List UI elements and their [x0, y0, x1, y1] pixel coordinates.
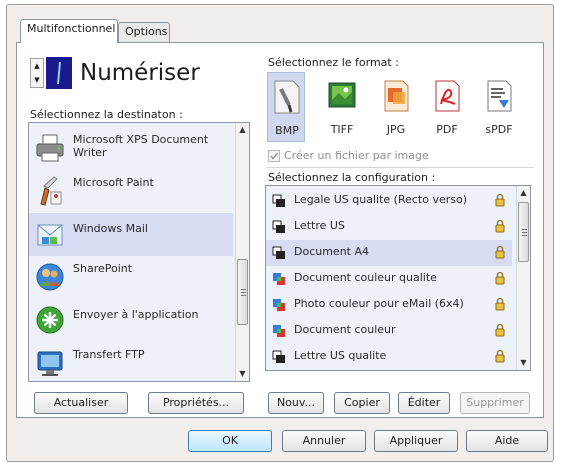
tiff-icon — [326, 78, 358, 114]
paint-icon — [35, 176, 65, 206]
destination-label-xps: Microsoft XPS Document Writer — [73, 133, 209, 159]
scanner-icon — [272, 220, 285, 233]
format-pdf[interactable]: PDF — [428, 72, 466, 142]
scan-button-label[interactable]: Numériser — [80, 57, 200, 89]
scanner-icon — [272, 246, 285, 259]
cancel-button[interactable]: Annuler — [282, 430, 366, 452]
destination-scroll-thumb[interactable] — [237, 259, 248, 325]
tab-options[interactable]: Options — [118, 22, 170, 42]
apply-button[interactable]: Appliquer — [374, 430, 458, 452]
jpg-icon — [380, 78, 412, 114]
configuration-list[interactable]: Legale US qualite (Recto verso) Lettre U… — [265, 185, 531, 371]
destination-label-windows-mail: Windows Mail — [73, 222, 148, 235]
tab-options-label: Options — [125, 25, 168, 38]
lock-icon — [495, 193, 505, 207]
ok-button[interactable]: OK — [188, 430, 272, 452]
config-label: Photo couleur pour eMail (6x4) — [294, 297, 464, 310]
scan-spinner[interactable]: ▲ ▼ — [30, 58, 44, 88]
destination-item-xps[interactable]: Microsoft XPS Document Writer — [29, 127, 233, 170]
format-label-pdf: PDF — [436, 123, 458, 136]
color-scanner-icon — [273, 299, 285, 311]
sharepoint-icon — [35, 262, 65, 292]
spdf-icon — [483, 78, 515, 114]
destination-item-windows-mail[interactable]: Windows Mail — [29, 213, 233, 256]
tab-multifunctional-label: Multifonctionnel — [27, 22, 116, 35]
format-spdf[interactable]: sPDF — [480, 72, 518, 142]
config-label: Document couleur — [294, 323, 396, 336]
format-tiff[interactable]: TIFF — [323, 72, 361, 142]
format-label-tiff: TIFF — [330, 123, 354, 136]
config-label: Legale US qualite (Recto verso) — [294, 193, 468, 206]
configuration-heading: Sélectionnez la configuration : — [268, 171, 436, 184]
tab-multifunctional[interactable]: Multifonctionnel — [20, 19, 118, 43]
windows-mail-icon — [35, 219, 65, 249]
format-bmp[interactable]: BMP — [267, 72, 305, 142]
configuration-scrollbar[interactable]: ▲ ▼ — [516, 186, 530, 370]
destination-label-ftp: Transfert FTP — [73, 348, 145, 361]
lock-icon — [495, 245, 505, 259]
config-label: Document A4 — [294, 245, 370, 258]
refresh-button[interactable]: Actualiser — [34, 392, 128, 414]
scroll-up-icon[interactable]: ▲ — [236, 123, 249, 137]
scroll-down-icon[interactable]: ▼ — [236, 367, 249, 381]
destination-item-paint[interactable]: Microsoft Paint — [29, 170, 233, 213]
configuration-scroll-thumb[interactable] — [518, 202, 529, 262]
config-item[interactable]: Document A4 — [266, 240, 512, 266]
format-heading: Sélectionnez le format : — [268, 56, 399, 69]
printer-icon — [35, 133, 65, 163]
destination-item-ftp[interactable]: Transfert FTP — [29, 342, 233, 381]
destination-label-sharepoint: SharePoint — [73, 262, 133, 275]
properties-button[interactable]: Propriétés... — [148, 392, 244, 414]
lock-icon — [495, 219, 505, 233]
separator — [266, 167, 534, 168]
config-item[interactable]: Legale US qualite (Recto verso) — [266, 188, 512, 214]
config-item[interactable]: Lettre US — [266, 214, 512, 240]
lock-icon — [495, 297, 505, 311]
format-label-jpg: JPG — [386, 123, 406, 136]
config-item[interactable]: Lettre US qualite — [266, 344, 512, 370]
destination-heading: Sélectionnez la destinaton : — [30, 108, 183, 121]
color-scanner-icon — [273, 325, 285, 337]
scanner-icon — [272, 194, 285, 207]
config-item[interactable]: Photo couleur pour eMail (6x4) — [266, 292, 512, 318]
bmp-icon — [271, 79, 303, 115]
lock-icon — [495, 271, 505, 285]
config-label: Lettre US qualite — [294, 349, 387, 362]
pdf-icon — [431, 78, 463, 114]
delete-config-button[interactable]: Supprimer — [460, 392, 530, 414]
destination-list[interactable]: Microsoft XPS Document Writer Microsoft … — [28, 122, 250, 382]
spin-up-icon[interactable]: ▲ — [31, 59, 43, 73]
copy-config-button[interactable]: Copier — [334, 392, 390, 414]
config-label: Lettre US — [294, 219, 345, 232]
format-label-bmp: BMP — [275, 124, 299, 137]
one-file-per-image-checkbox[interactable] — [268, 150, 280, 162]
new-config-button[interactable]: Nouv... — [268, 392, 324, 414]
one-file-per-image-label: Créer un fichier par image — [284, 149, 429, 162]
destination-label-paint: Microsoft Paint — [73, 176, 154, 189]
lock-icon — [495, 323, 505, 337]
config-label: Document couleur qualite — [294, 271, 437, 284]
destination-item-send-to-app[interactable]: Envoyer à l'application — [29, 299, 233, 342]
scan-button-icon[interactable] — [46, 57, 72, 89]
send-to-application-icon — [35, 305, 65, 335]
ftp-transfer-icon — [35, 348, 65, 378]
spin-down-icon[interactable]: ▼ — [31, 73, 43, 87]
lock-icon — [495, 349, 505, 363]
destination-label-send-to-app: Envoyer à l'application — [73, 308, 199, 321]
scroll-down-icon[interactable]: ▼ — [517, 356, 530, 370]
destination-scrollbar[interactable]: ▲ ▼ — [235, 123, 249, 381]
scanner-icon — [272, 350, 285, 363]
config-item[interactable]: Document couleur qualite — [266, 266, 512, 292]
format-jpg[interactable]: JPG — [377, 72, 415, 142]
config-item[interactable]: Document couleur — [266, 318, 512, 344]
format-label-spdf: sPDF — [485, 123, 513, 136]
scroll-up-icon[interactable]: ▲ — [517, 186, 530, 200]
edit-config-button[interactable]: Éditer — [398, 392, 450, 414]
help-button[interactable]: Aide — [466, 430, 548, 452]
color-scanner-icon — [273, 273, 285, 285]
checkmark-icon — [270, 152, 279, 160]
destination-item-sharepoint[interactable]: SharePoint — [29, 256, 233, 299]
